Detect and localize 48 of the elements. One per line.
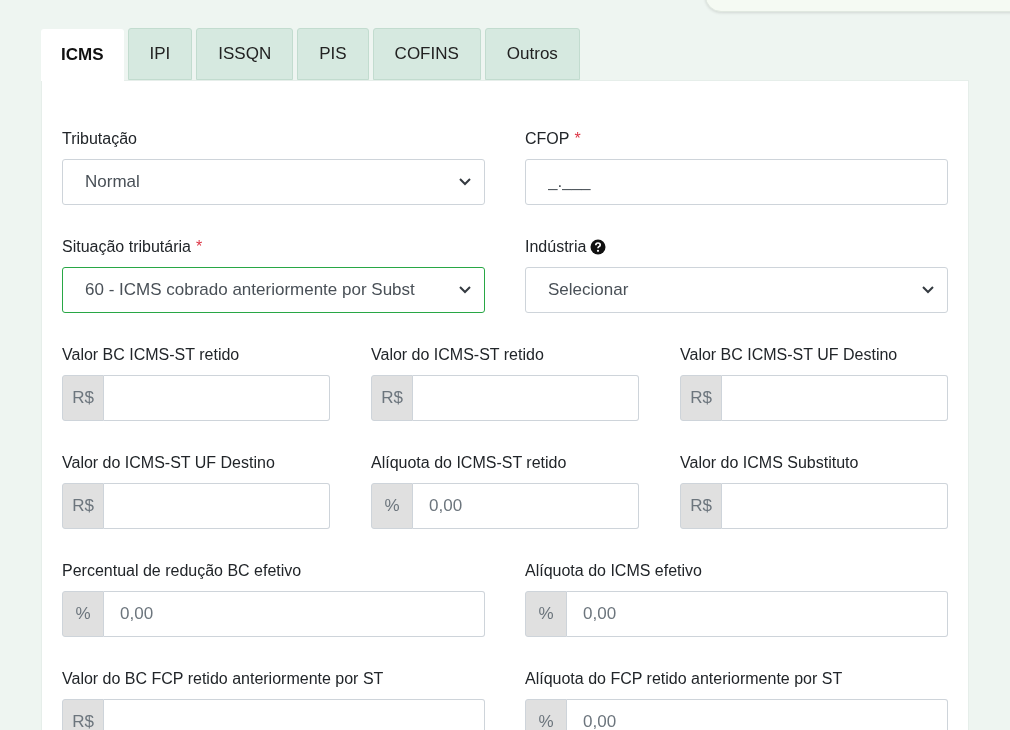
field-label: Alíquota do FCP retido anteriormente por ST <box>525 669 843 689</box>
field-label: Valor BC ICMS-ST retido <box>62 345 240 365</box>
tab[interactable]: ICMS <box>41 29 124 81</box>
field-label: Situação tributária <box>62 237 191 257</box>
input-field[interactable] <box>722 375 948 421</box>
input-addon: % <box>525 591 567 637</box>
select-field[interactable]: Normal <box>62 159 485 205</box>
input-addon: % <box>62 591 104 637</box>
input-addon: R$ <box>680 483 722 529</box>
chevron-down-icon <box>458 177 472 187</box>
select-field[interactable]: Selecionar <box>525 267 948 313</box>
tab[interactable]: IPI <box>127 28 193 80</box>
field-label: Indústria <box>525 237 587 257</box>
input-addon: % <box>371 483 413 529</box>
input-addon: R$ <box>62 483 104 529</box>
field-label: Alíquota do ICMS efetivo <box>525 561 702 581</box>
input-field[interactable] <box>722 483 948 529</box>
select-field[interactable]: 60 - ICMS cobrado anteriormente por Subst <box>62 267 485 313</box>
input-addon: R$ <box>371 375 413 421</box>
field-label: Valor BC ICMS-ST UF Destino <box>680 345 898 365</box>
tab[interactable]: ISSQN <box>196 28 294 80</box>
input-addon: % <box>525 699 567 730</box>
input-field[interactable] <box>104 375 330 421</box>
tab[interactable]: Outros <box>484 28 580 80</box>
field-label: Valor do ICMS-ST UF Destino <box>62 453 275 473</box>
field-label: Valor do ICMS Substituto <box>680 453 859 473</box>
input-field[interactable]: 0,00 <box>567 591 948 637</box>
input-addon: R$ <box>62 699 104 730</box>
field-label: Valor do ICMS-ST retido <box>371 345 544 365</box>
input-addon: R$ <box>62 375 104 421</box>
chevron-down-icon <box>921 285 935 295</box>
field-label: Percentual de redução BC efetivo <box>62 561 302 581</box>
input-field[interactable]: 0,00 <box>567 699 948 730</box>
input-field[interactable] <box>104 483 330 529</box>
input-field[interactable]: _.___ <box>525 159 948 205</box>
input-addon: R$ <box>680 375 722 421</box>
tab[interactable]: PIS <box>297 28 369 80</box>
required-asterisk: * <box>195 237 203 257</box>
tab[interactable]: COFINS <box>372 28 481 80</box>
input-field[interactable]: 0,00 <box>104 591 485 637</box>
input-field[interactable] <box>413 375 639 421</box>
required-asterisk: * <box>574 129 581 149</box>
field-label: Tributação <box>62 129 137 149</box>
field-label: CFOP <box>525 129 570 149</box>
field-label: Alíquota do ICMS-ST retido <box>371 453 567 473</box>
chevron-down-icon <box>458 285 472 295</box>
input-field[interactable]: 0,00 <box>413 483 639 529</box>
field-label: Valor do BC FCP retido anteriormente por ST <box>62 669 384 689</box>
